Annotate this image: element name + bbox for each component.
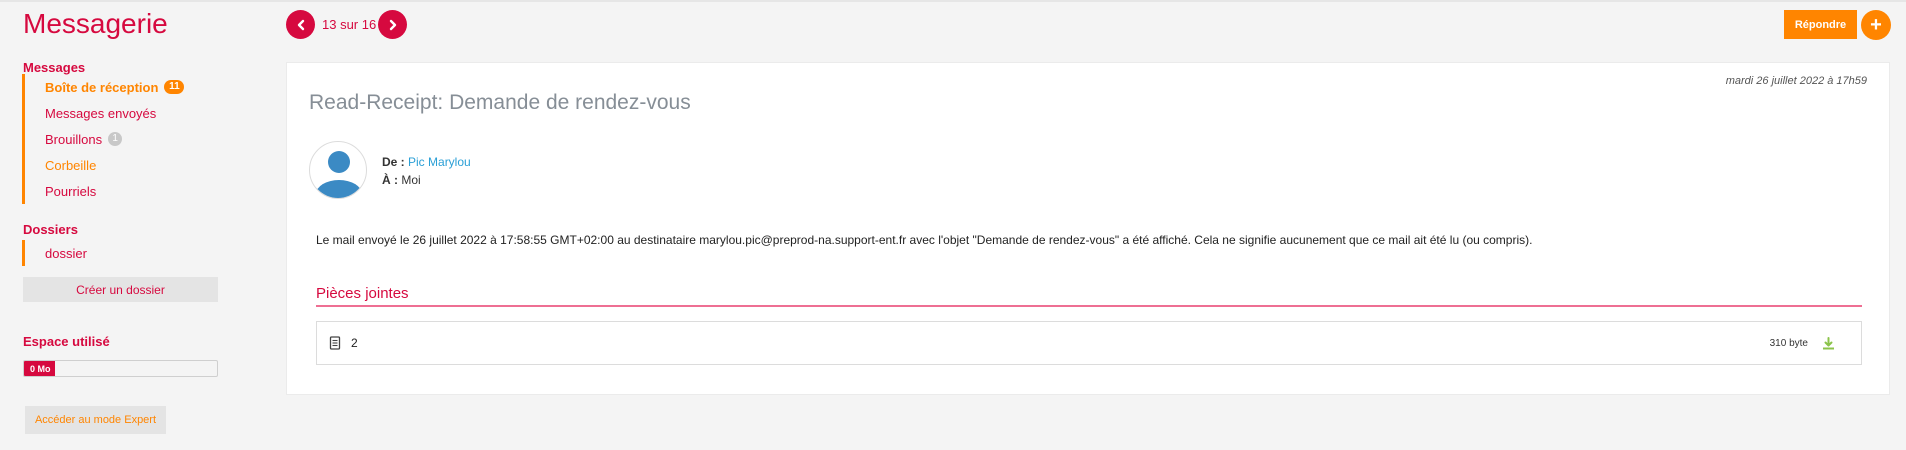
storage-usage-fill: 0 Mo	[24, 361, 55, 376]
sidebar-item-trash[interactable]: Corbeille	[25, 152, 222, 178]
from-label: De :	[382, 155, 405, 169]
document-icon	[329, 336, 341, 350]
to-label: À :	[382, 173, 398, 187]
sidebar-item-label: Messages envoyés	[45, 105, 157, 121]
chevron-left-icon	[297, 19, 304, 30]
previous-message-button[interactable]	[286, 10, 315, 39]
attachment-row[interactable]: 2 310 byte	[316, 321, 1862, 365]
sender-link[interactable]: Pic Marylou	[408, 155, 471, 169]
sidebar-item-spam[interactable]: Pourriels	[25, 178, 222, 204]
sidebar-item-label: Brouillons	[45, 131, 103, 147]
top-divider	[0, 0, 1906, 2]
chevron-right-icon	[389, 19, 396, 30]
avatar	[309, 141, 367, 199]
recipient-line: À : Moi	[382, 173, 421, 187]
download-icon	[1823, 336, 1834, 349]
folders-nav: dossier	[22, 240, 222, 266]
sidebar-item-label: Boîte de réception	[45, 79, 159, 95]
storage-usage-bar: 0 Mo	[23, 360, 218, 377]
storage-title: Espace utilisé	[23, 334, 110, 349]
sender-line: De : Pic Marylou	[382, 155, 471, 169]
messages-nav: Boîte de réception 11 Messages envoyés B…	[22, 74, 222, 204]
sidebar-item-drafts[interactable]: Brouillons 1	[25, 126, 222, 152]
message-card: mardi 26 juillet 2022 à 17h59 Read-Recei…	[286, 62, 1890, 395]
message-subject: Read-Receipt: Demande de rendez-vous	[309, 91, 691, 114]
sidebar-item-label: Pourriels	[45, 183, 97, 199]
sidebar-item-sent[interactable]: Messages envoyés	[25, 100, 222, 126]
attachments-title: Pièces jointes	[316, 285, 1862, 307]
app-title: Messagerie	[23, 8, 168, 39]
more-actions-button[interactable]: +	[1861, 10, 1891, 40]
sidebar-item-label: dossier	[45, 245, 87, 261]
message-body: Le mail envoyé le 26 juillet 2022 à 17:5…	[316, 233, 1533, 247]
download-button[interactable]	[1822, 336, 1835, 350]
folders-section-title: Dossiers	[23, 222, 78, 237]
message-date: mardi 26 juillet 2022 à 17h59	[1725, 75, 1867, 87]
sidebar-item-inbox[interactable]: Boîte de réception 11	[25, 74, 222, 100]
attachment-size: 310 byte	[1769, 337, 1808, 349]
sidebar-item-label: Corbeille	[45, 157, 97, 173]
unread-count-badge: 11	[164, 80, 185, 94]
messages-section-title: Messages	[23, 60, 86, 75]
sidebar-item-folder[interactable]: dossier	[25, 240, 222, 266]
pager-position: 13 sur 16	[322, 17, 377, 32]
user-icon	[316, 151, 362, 198]
reply-button[interactable]: Répondre	[1784, 10, 1857, 39]
drafts-count-badge: 1	[108, 132, 123, 146]
recipient-value: Moi	[401, 173, 421, 187]
expert-mode-button[interactable]: Accéder au mode Expert	[25, 406, 166, 434]
sidebar: Messagerie Messages Boîte de réception 1…	[0, 0, 250, 450]
attachment-name: 2	[351, 336, 358, 350]
create-folder-button[interactable]: Créer un dossier	[23, 277, 218, 302]
next-message-button[interactable]	[378, 10, 407, 39]
